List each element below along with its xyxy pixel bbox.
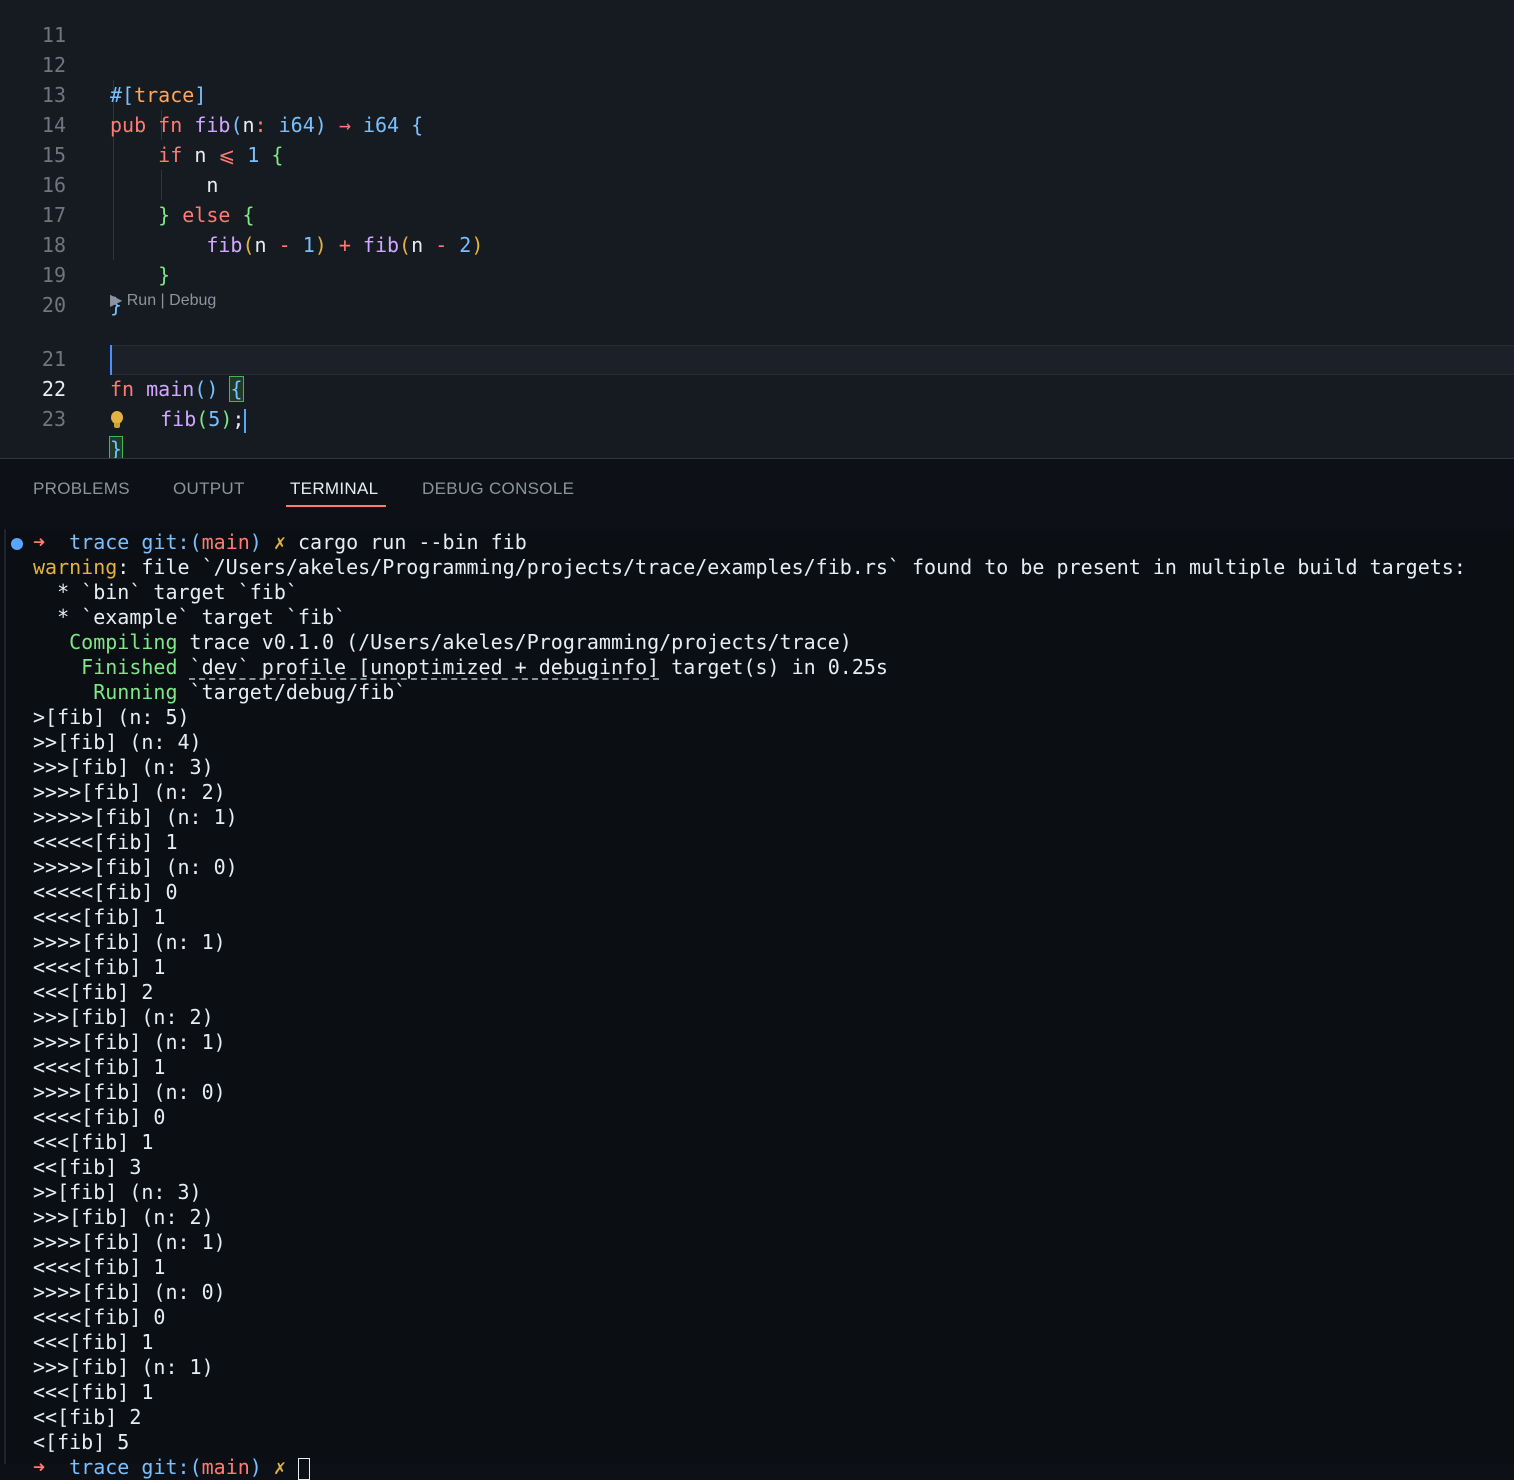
terminal-output-line: >>>>[fib] (n: 1) <box>33 1030 226 1054</box>
tab-output[interactable]: OUTPUT <box>173 479 245 499</box>
terminal-output-line: <<<<<[fib] 0 <box>33 880 178 904</box>
terminal-output-line: >>>[fib] (n: 1) <box>33 1355 214 1379</box>
codelens-separator: | <box>156 292 170 309</box>
terminal-output-line: >>>[fib] (n: 3) <box>33 755 214 779</box>
code-line[interactable]: 23 } <box>0 374 1514 458</box>
code-line[interactable]: 16 } else { <box>0 140 1514 227</box>
terminal-output-line: >>>[fib] (n: 2) <box>33 1005 214 1029</box>
terminal-output-line: <<<[fib] 1 <box>33 1330 154 1354</box>
terminal-line: * `example` target `fib` <box>33 605 347 629</box>
code-line[interactable]: 11 <box>0 0 1514 47</box>
terminal-link[interactable]: `dev` profile [unoptimized + debuginfo] <box>190 655 660 679</box>
terminal-output-line: <<<[fib] 2 <box>33 980 154 1004</box>
terminal-output-line: <<<[fib] 1 <box>33 1380 154 1404</box>
terminal-output-line: >>>>[fib] (n: 1) <box>33 930 226 954</box>
code-line[interactable]: 15 n <box>0 110 1514 197</box>
terminal-output-line: <<<<[fib] 1 <box>33 1255 166 1279</box>
terminal-cursor <box>297 1457 310 1480</box>
tab-problems[interactable]: PROBLEMS <box>33 479 130 499</box>
code-text: fib(5); <box>110 404 247 434</box>
terminal-output-line: <<<<[fib] 1 <box>33 955 166 979</box>
terminal-prompt-line: ➜ trace git:(main) ✗ cargo run --bin fib <box>33 530 527 554</box>
line-number: 23 <box>41 407 66 431</box>
terminal-output-line: <<<<[fib] 0 <box>33 1105 166 1129</box>
code-line[interactable]: 14 if n ⩽ 1 { <box>0 80 1514 167</box>
terminal-output-line: <<[fib] 3 <box>33 1155 142 1179</box>
code-line[interactable]: 18 } <box>0 200 1514 287</box>
text-cursor <box>244 408 247 433</box>
code-editor[interactable]: 11 12 #[trace] 13 pub fn fib(n: i64) → i… <box>0 0 1514 458</box>
code-line[interactable]: 20 <box>0 260 1514 317</box>
terminal-output-line: <<<<<[fib] 1 <box>33 830 178 854</box>
terminal-output-line: >>>>>[fib] (n: 0) <box>33 855 238 879</box>
terminal-line: Finished `dev` profile [unoptimized + de… <box>33 655 888 679</box>
command-status-dot-icon[interactable] <box>11 538 23 550</box>
terminal-line: Running `target/debug/fib` <box>33 680 407 704</box>
code-line[interactable]: 12 #[trace] <box>0 20 1514 107</box>
terminal-output-line: <<<[fib] 1 <box>33 1130 154 1154</box>
terminal-line: * `bin` target `fib` <box>33 580 298 604</box>
active-tab-indicator <box>286 505 386 507</box>
terminal-output-line: >>>>[fib] (n: 0) <box>33 1080 226 1104</box>
code-line[interactable]: 19 } <box>0 230 1514 317</box>
terminal-output-line: <<<<[fib] 1 <box>33 1055 166 1079</box>
run-codelens-link[interactable]: ▶ Run <box>110 292 156 309</box>
terminal-warning-line: warning: file `/Users/akeles/Programming… <box>33 555 1466 579</box>
terminal-output-line: >>>>[fib] (n: 0) <box>33 1280 226 1304</box>
terminal-output-line: <<<<[fib] 1 <box>33 905 166 929</box>
code-text: } <box>108 434 124 458</box>
terminal-line: Compiling trace v0.1.0 (/Users/akeles/Pr… <box>33 630 852 654</box>
code-line-active[interactable]: 22 fib(5); <box>0 344 1514 433</box>
tab-terminal[interactable]: TERMINAL <box>290 479 378 499</box>
terminal-output-line: >>[fib] (n: 3) <box>33 1180 202 1204</box>
terminal-output-line: <[fib] 5 <box>33 1430 130 1454</box>
terminal-output-line: >>>>[fib] (n: 2) <box>33 780 226 804</box>
terminal-gutter <box>4 529 6 1464</box>
terminal-prompt-line: ➜ trace git:(main) ✗ <box>33 1455 310 1480</box>
code-line[interactable]: 17 fib(n - 1) + fib(n - 2) <box>0 170 1514 257</box>
terminal-output-line: >[fib] (n: 5) <box>33 705 190 729</box>
terminal-output-line: >>>[fib] (n: 2) <box>33 1205 214 1229</box>
matched-bracket: } <box>108 436 124 458</box>
terminal-output-line: <<[fib] 2 <box>33 1405 142 1429</box>
tab-debug-console[interactable]: DEBUG CONSOLE <box>422 479 574 499</box>
terminal-output-line: >>[fib] (n: 4) <box>33 730 202 754</box>
lightbulb-icon[interactable] <box>110 410 124 432</box>
code-line[interactable]: 21 fn main() { <box>0 314 1514 402</box>
panel-tabs: PROBLEMS OUTPUT TERMINAL DEBUG CONSOLE <box>0 459 1514 519</box>
terminal-output-line: <<<<[fib] 0 <box>33 1305 166 1329</box>
terminal-output-line: >>>>>[fib] (n: 1) <box>33 805 238 829</box>
terminal-output-line: >>>>[fib] (n: 1) <box>33 1230 226 1254</box>
codelens: ▶ Run | Debug <box>110 290 216 312</box>
code-line[interactable]: 13 pub fn fib(n: i64) → i64 { <box>0 50 1514 137</box>
debug-codelens-link[interactable]: Debug <box>169 292 216 309</box>
